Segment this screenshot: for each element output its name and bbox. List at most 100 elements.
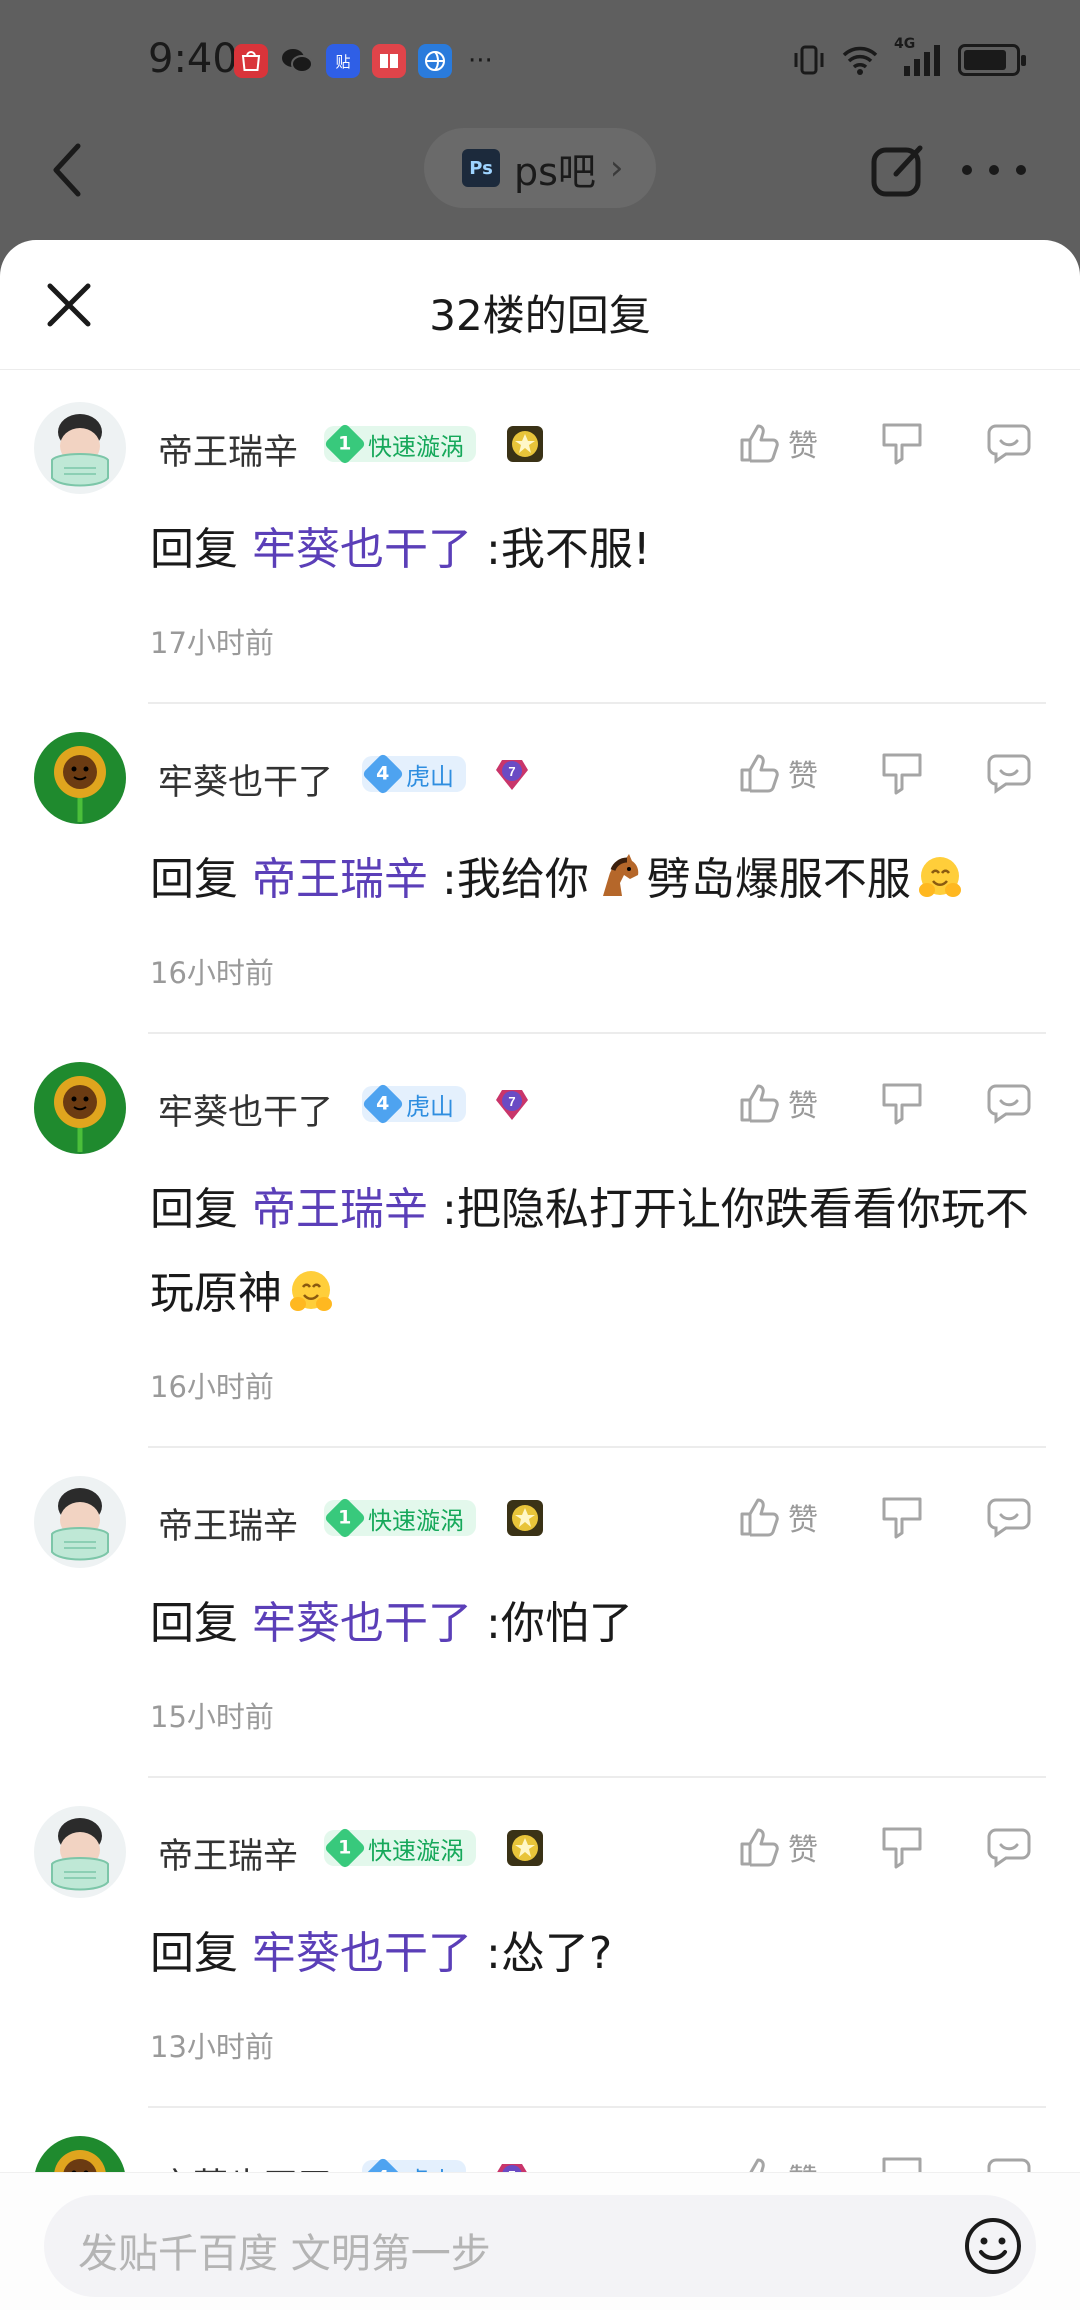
divider xyxy=(148,1032,1046,1034)
level-seven-medal-icon: 7 xyxy=(496,1090,528,1120)
dislike-button[interactable] xyxy=(880,1076,924,1130)
thumbs-down-icon xyxy=(882,1497,922,1539)
level-badge: 4 虎山 xyxy=(361,1082,466,1126)
reply-time: 15小时前 xyxy=(150,1700,274,1734)
forum-link[interactable]: Ps ps吧 › xyxy=(424,128,656,208)
back-button[interactable] xyxy=(48,140,88,200)
svg-text:7: 7 xyxy=(508,1094,515,1109)
chevron-right-icon: › xyxy=(609,148,624,188)
sheet-title: 32楼的回复 xyxy=(429,291,651,340)
network-type: 4G xyxy=(894,36,916,52)
dislike-button[interactable] xyxy=(880,1820,924,1874)
mention-link[interactable]: 牢葵也干了 xyxy=(252,524,472,575)
comment-icon xyxy=(987,1498,1031,1538)
thumbs-down-icon xyxy=(882,1083,922,1125)
thumbs-up-icon xyxy=(740,754,779,793)
reply-time: 16小时前 xyxy=(150,1370,274,1404)
reply-item: 帝王瑞辛 1 快速漩涡 赞 回复 牢葵也干了:你怕了 15小时前 xyxy=(0,1450,1080,1780)
dislike-button[interactable] xyxy=(880,1490,924,1544)
level-seven-medal-icon: 7 xyxy=(496,760,528,790)
mask-avatar-icon[interactable] xyxy=(34,1806,126,1898)
username[interactable]: 帝王瑞辛 xyxy=(158,1828,298,1879)
badge-name: 虎山 xyxy=(406,762,454,791)
reply-item: 帝王瑞辛 1 快速漩涡 赞 回复 牢葵也干了:怂了? 13小时前 xyxy=(0,1780,1080,2110)
mention-link[interactable]: 帝王瑞辛 xyxy=(252,1184,428,1235)
reply-content: 回复 帝王瑞辛:我给你 劈岛爆服不服 xyxy=(150,838,1050,922)
like-button[interactable]: 赞 xyxy=(738,1820,818,1874)
horse-emoji-icon xyxy=(602,854,639,896)
comment-button[interactable] xyxy=(986,1820,1032,1874)
mention-link[interactable]: 牢葵也干了 xyxy=(252,1928,472,1979)
badge-name: 快速漩涡 xyxy=(368,1836,464,1865)
thumbs-down-icon xyxy=(882,423,922,465)
badge-name: 快速漩涡 xyxy=(368,432,464,461)
hugging-emoji-icon xyxy=(290,1271,332,1311)
mention-link[interactable]: 帝王瑞辛 xyxy=(252,854,428,905)
ps-forum-icon: Ps xyxy=(462,149,500,187)
username[interactable]: 牢葵也干了 xyxy=(158,754,333,805)
like-label: 赞 xyxy=(788,759,818,794)
forum-name: ps吧 xyxy=(514,149,596,194)
like-label: 赞 xyxy=(788,1833,818,1868)
level-badge: 1 快速漩涡 xyxy=(323,1496,476,1540)
username[interactable]: 牢葵也干了 xyxy=(158,1084,333,1135)
more-options-button[interactable] xyxy=(962,140,1026,200)
comment-button[interactable] xyxy=(986,1490,1032,1544)
reply-item: 帝王瑞辛 1 快速漩涡 赞 回复 牢葵也干了:我不服! 17小时前 xyxy=(0,376,1080,706)
username[interactable]: 帝王瑞辛 xyxy=(158,1498,298,1549)
comment-icon xyxy=(987,424,1031,464)
comment-icon xyxy=(987,1828,1031,1868)
reply-time: 16小时前 xyxy=(150,956,274,990)
browser-icon xyxy=(418,44,452,78)
reply-input[interactable]: 发贴千百度 文明第一步 xyxy=(44,2195,1036,2297)
divider xyxy=(148,1776,1046,1778)
dislike-button[interactable] xyxy=(880,746,924,800)
comment-button[interactable] xyxy=(986,746,1032,800)
status-bar: 9:40 贴 ··· 4G xyxy=(0,0,1080,120)
like-button[interactable]: 赞 xyxy=(738,1076,818,1130)
star-medal-icon xyxy=(507,1500,543,1536)
star-medal-icon xyxy=(507,426,543,462)
more-notifications-icon: ··· xyxy=(468,46,493,76)
wechat-icon xyxy=(280,44,314,78)
emoji-picker-icon[interactable] xyxy=(962,2215,1024,2277)
reply-item: 牢葵也干了 4 虎山 7 赞 回复 帝王瑞辛:我给你 劈岛爆服不服 16小时前 xyxy=(0,706,1080,1036)
comment-icon xyxy=(987,754,1031,794)
badge-name: 快速漩涡 xyxy=(368,1506,464,1535)
thumbs-up-icon xyxy=(740,424,779,463)
like-button[interactable]: 赞 xyxy=(738,1490,818,1544)
cellular-signal-icon: 4G xyxy=(894,36,944,78)
thumbs-down-icon xyxy=(882,753,922,795)
comment-button[interactable] xyxy=(986,416,1032,470)
system-icons: 4G xyxy=(792,36,1026,78)
thumbs-down-icon xyxy=(882,1827,922,1869)
mask-avatar-icon[interactable] xyxy=(34,402,126,494)
tieba-icon: 贴 xyxy=(326,44,360,78)
like-button[interactable]: 赞 xyxy=(738,746,818,800)
mask-avatar-icon[interactable] xyxy=(34,1476,126,1568)
divider xyxy=(148,702,1046,704)
reply-content: 回复 帝王瑞辛:把隐私打开让你跌看看你玩不玩原神 xyxy=(150,1184,1029,1319)
sheet-header: 32楼的回复 xyxy=(0,240,1080,370)
sunflower-avatar-icon[interactable] xyxy=(34,732,126,824)
dislike-button[interactable] xyxy=(880,416,924,470)
replies-sheet: 32楼的回复 帝王瑞辛 1 快速漩涡 赞 回复 牢葵也干了:我不服! 17小时前 … xyxy=(0,240,1080,2310)
wifi-icon xyxy=(842,46,878,75)
like-button[interactable]: 赞 xyxy=(738,416,818,470)
like-label: 赞 xyxy=(788,1089,818,1124)
reply-time: 13小时前 xyxy=(150,2030,274,2064)
reply-input-placeholder: 发贴千百度 文明第一步 xyxy=(78,2231,491,2277)
level-badge: 1 快速漩涡 xyxy=(323,1826,476,1870)
thumbs-up-icon xyxy=(740,1498,779,1537)
level-badge: 1 快速漩涡 xyxy=(323,422,476,466)
vibrate-icon xyxy=(794,45,824,75)
comment-button[interactable] xyxy=(986,1076,1032,1130)
status-time: 9:40 xyxy=(148,36,238,82)
username[interactable]: 帝王瑞辛 xyxy=(158,424,298,475)
mention-link[interactable]: 牢葵也干了 xyxy=(252,1598,472,1649)
thumbs-up-icon xyxy=(740,1828,779,1867)
reply-content: 回复 牢葵也干了:你怕了 xyxy=(150,1598,633,1649)
divider xyxy=(148,1446,1046,1448)
edit-icon[interactable] xyxy=(868,140,928,200)
sunflower-avatar-icon[interactable] xyxy=(34,1062,126,1154)
